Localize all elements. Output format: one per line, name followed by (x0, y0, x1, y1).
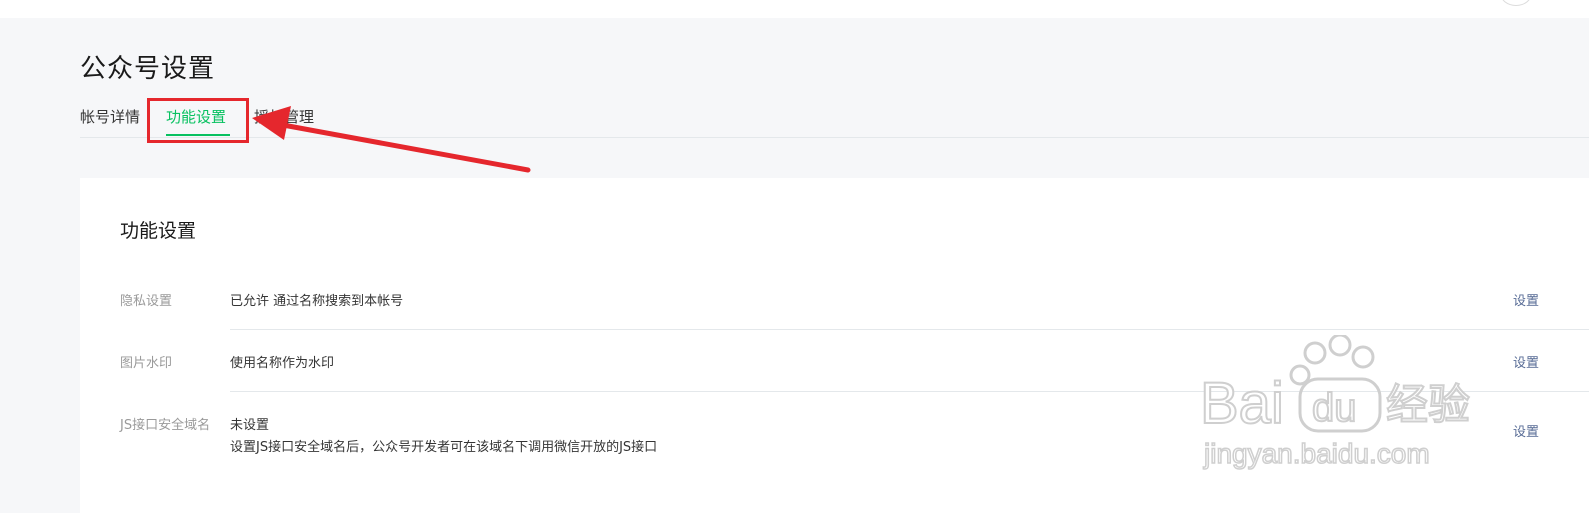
page-title: 公众号设置 (80, 54, 216, 84)
js-domain-settings-link[interactable]: 设置 (1513, 421, 1539, 440)
tab-authorization-management[interactable]: 授权管理 (254, 106, 314, 138)
tab-account-details[interactable]: 帐号详情 (80, 106, 140, 138)
avatar[interactable] (1500, 0, 1532, 6)
row-divider (230, 391, 1589, 392)
feature-settings-card: 功能设置 隐私设置 已允许 通过名称搜索到本帐号 设置 图片水印 使用名称作为水… (80, 178, 1589, 513)
tab-bar: 帐号详情 功能设置 授权管理 (80, 100, 1589, 138)
privacy-settings-link[interactable]: 设置 (1513, 290, 1539, 309)
row-divider (230, 329, 1589, 330)
top-bar (0, 0, 1589, 18)
row-label: JS接口安全域名 (120, 418, 211, 433)
row-value: 使用名称作为水印 (230, 356, 335, 371)
watermark-settings-link[interactable]: 设置 (1513, 352, 1539, 371)
row-value: 已允许 通过名称搜索到本帐号 (230, 294, 404, 309)
row-description: 设置JS接口安全域名后，公众号开发者可在该域名下调用微信开放的JS接口 (230, 440, 658, 455)
card-title: 功能设置 (120, 220, 197, 242)
annotation-highlight-box (147, 98, 249, 143)
row-label: 图片水印 (120, 356, 173, 371)
row-label: 隐私设置 (120, 294, 173, 309)
row-value: 未设置 (230, 418, 270, 433)
